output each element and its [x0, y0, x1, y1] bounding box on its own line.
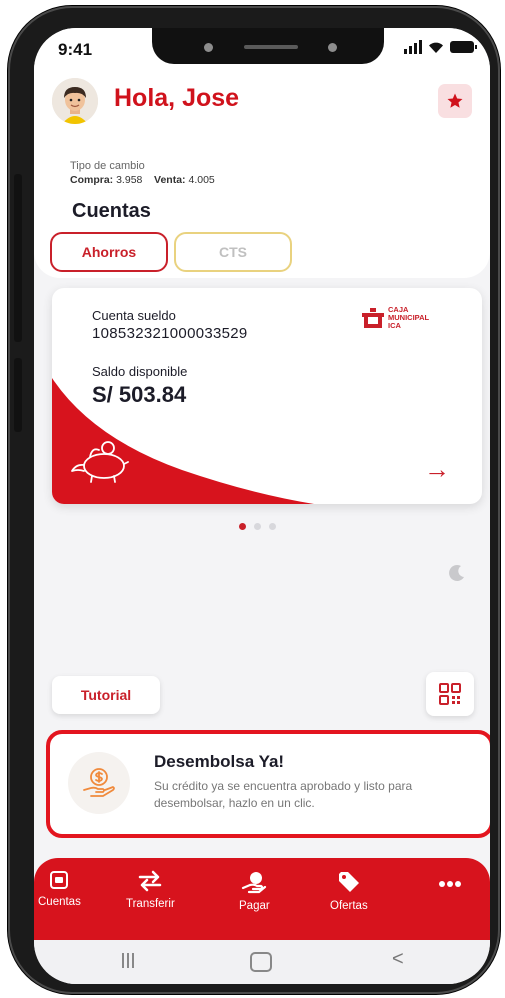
loan-icon-container [68, 752, 130, 814]
more-icon [439, 881, 461, 887]
account-number: 108532321000033529 [92, 325, 248, 342]
tab-ahorros[interactable]: Ahorros [50, 232, 168, 272]
promo-title: Desembolsa Ya! [154, 752, 285, 771]
bank-logo-icon [362, 308, 384, 328]
pager-dot[interactable] [269, 523, 276, 530]
exchange-rate-label: Tipo de cambio [70, 160, 145, 172]
money-hand-icon [83, 768, 115, 797]
pay-icon [242, 872, 267, 894]
bank-logo-text: CAJA MUNICIPAL ICA [388, 306, 429, 330]
transfer-icon [139, 870, 162, 892]
promo-banner[interactable]: Desembolsa Ya! Su crédito ya se encuentr… [46, 730, 490, 838]
account-type-label: Cuenta sueldo [92, 308, 176, 323]
card-pager [239, 523, 276, 530]
nav-label: Pagar [239, 900, 270, 912]
tutorial-button[interactable]: Tutorial [52, 676, 160, 714]
system-nav-bar: < [34, 940, 490, 984]
theme-toggle-icon[interactable] [448, 564, 466, 582]
pager-dot[interactable] [239, 523, 246, 530]
sensor-icon [204, 43, 213, 52]
nav-item-more[interactable] [438, 880, 462, 888]
exchange-rate-values: Compra: 3.958 Venta: 4.005 [70, 174, 215, 186]
notch [152, 28, 384, 64]
tab-cts[interactable]: CTS [174, 232, 292, 272]
phone-frame: 9:41 Hola, Jose Tipo de cambio Compra: 3… [8, 6, 500, 994]
qr-scan-button[interactable] [426, 672, 474, 716]
buy-label: Compra: [70, 174, 114, 186]
bottom-nav: Cuentas Transferir Pagar Ofertas [34, 858, 490, 940]
home-icon[interactable] [250, 952, 272, 972]
status-bar: 9:41 [34, 28, 490, 66]
bank-logo: CAJA MUNICIPAL ICA [362, 306, 429, 330]
qr-code-icon [439, 683, 461, 705]
tag-icon [338, 872, 359, 892]
avatar[interactable] [52, 78, 98, 124]
nav-item-pagar[interactable]: Pagar [239, 870, 270, 912]
wifi-icon [429, 42, 443, 53]
card-arrow-icon[interactable]: → [424, 454, 450, 485]
nav-label: Cuentas [38, 896, 81, 908]
app-screen: 9:41 Hola, Jose Tipo de cambio Compra: 3… [34, 28, 490, 984]
nav-label: Ofertas [330, 900, 368, 912]
piggy-bank-icon [71, 441, 129, 483]
wallet-icon [50, 871, 69, 889]
bank-logo-line: ICA [388, 321, 401, 330]
sell-label: Venta: [154, 174, 186, 186]
volume-button [14, 174, 22, 342]
sell-value: 4.005 [188, 174, 215, 186]
balance-value: S/ 503.84 [92, 382, 187, 407]
side-button [14, 358, 22, 432]
balance-label: Saldo disponible [92, 364, 188, 379]
header-card: Hola, Jose Tipo de cambio Compra: 3.958 … [34, 66, 490, 278]
nav-item-ofertas[interactable]: Ofertas [330, 870, 368, 912]
nav-item-cuentas[interactable]: Cuentas [38, 870, 81, 908]
pager-dot[interactable] [254, 523, 261, 530]
favorites-button[interactable] [438, 84, 472, 118]
back-icon[interactable]: < [392, 948, 404, 971]
battery-icon [450, 41, 477, 53]
camera-icon [328, 43, 337, 52]
star-icon [447, 93, 463, 108]
avatar-icon [52, 78, 98, 124]
accounts-section-title: Cuentas [72, 200, 151, 222]
buy-value: 3.958 [116, 174, 143, 186]
promo-description: Su crédito ya se encuentra aprobado y li… [154, 779, 413, 810]
speaker-grille [244, 45, 298, 49]
greeting-title: Hola, Jose [114, 84, 240, 112]
nav-item-transferir[interactable]: Transferir [126, 870, 175, 910]
recents-icon[interactable] [122, 953, 134, 968]
status-icons [404, 40, 477, 54]
nav-label: Transferir [126, 898, 175, 910]
account-card[interactable]: Cuenta sueldo 108532321000033529 Saldo d… [52, 288, 482, 504]
signal-icon [404, 40, 422, 54]
status-time: 9:41 [58, 40, 93, 59]
